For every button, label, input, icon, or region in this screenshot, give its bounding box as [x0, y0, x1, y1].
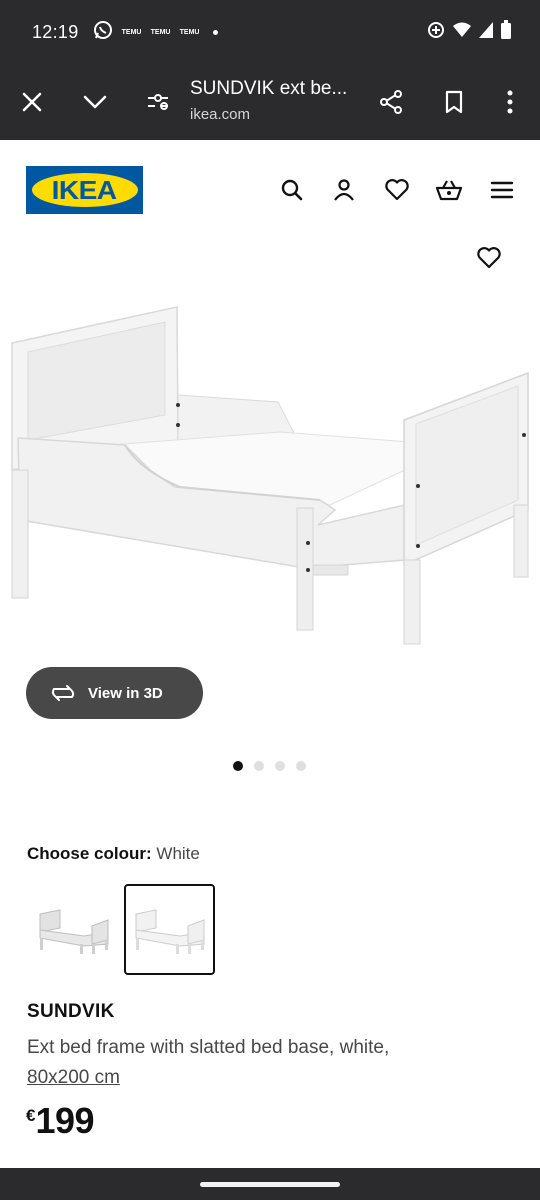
carousel-dot[interactable]: [275, 761, 285, 771]
add-to-favourites-icon[interactable]: [474, 243, 504, 273]
view-in-3d-button[interactable]: View in 3D: [26, 667, 203, 719]
bed-thumbnail: [39, 908, 108, 954]
price-amount: 199: [35, 1100, 95, 1141]
wifi-icon: [452, 21, 472, 44]
whatsapp-icon: [93, 20, 113, 45]
account-icon[interactable]: [330, 176, 358, 204]
page-info-icon[interactable]: [144, 88, 172, 116]
page-title-block[interactable]: SUNDVIK ext be... ikea.com: [190, 78, 370, 123]
bed-thumbnail: [135, 908, 204, 954]
battery-icon: [500, 19, 512, 45]
temu-icon: TEMU: [150, 28, 171, 36]
product-description: Ext bed frame with slatted bed base, whi…: [27, 1033, 517, 1093]
colour-value: White: [156, 844, 200, 863]
more-vert-icon[interactable]: [496, 88, 524, 116]
home-gesture-handle[interactable]: [200, 1182, 340, 1187]
product-image[interactable]: [0, 290, 540, 660]
product-size-link[interactable]: 80x200 cm: [27, 1067, 120, 1088]
close-icon[interactable]: [18, 88, 46, 116]
carousel-dot[interactable]: [296, 761, 306, 771]
product-description-text: Ext bed frame with slatted bed base, whi…: [27, 1037, 390, 1058]
swatch-white[interactable]: [124, 884, 215, 975]
more-notifications-dot: [212, 29, 218, 35]
carousel-dot[interactable]: [233, 761, 243, 771]
temu-icon: TEMU: [179, 28, 200, 36]
search-icon[interactable]: [278, 176, 306, 204]
product-name: SUNDVIK: [27, 1001, 115, 1022]
colour-selector-label: Choose colour: White: [27, 844, 200, 864]
notification-icons: TEMU TEMU TEMU: [93, 20, 218, 45]
basket-icon[interactable]: [435, 176, 463, 204]
temu-icon: TEMU: [121, 28, 142, 36]
share-icon[interactable]: [377, 88, 405, 116]
price-currency: €: [26, 1106, 36, 1125]
swatch-grey[interactable]: [28, 884, 119, 975]
carousel-dot[interactable]: [254, 761, 264, 771]
status-time: 12:19: [32, 21, 79, 42]
rotate-3d-icon: [51, 685, 75, 701]
page-url: ikea.com: [190, 106, 251, 123]
logo-text: IKEA: [52, 174, 117, 205]
product-price: € 199: [26, 1100, 95, 1142]
data-saver-icon: [426, 20, 446, 45]
system-icons: [426, 19, 512, 45]
signal-icon: [478, 21, 494, 44]
wishlist-icon[interactable]: [383, 176, 411, 204]
status-bar: 12:19 TEMU TEMU TEMU: [0, 0, 540, 64]
image-carousel-dots: [233, 761, 306, 771]
logo-oval: IKEA: [31, 173, 138, 207]
chevron-down-icon[interactable]: [81, 88, 109, 116]
menu-icon[interactable]: [488, 176, 516, 204]
system-navigation-bar: [0, 1168, 540, 1200]
view-in-3d-label: View in 3D: [88, 684, 163, 702]
ikea-logo[interactable]: IKEA: [26, 166, 143, 214]
choose-colour-label: Choose colour:: [27, 844, 152, 863]
browser-toolbar: SUNDVIK ext be... ikea.com: [0, 64, 540, 140]
bookmark-icon[interactable]: [440, 88, 468, 116]
site-header: IKEA: [0, 140, 540, 240]
page-title: SUNDVIK ext be...: [190, 78, 348, 99]
